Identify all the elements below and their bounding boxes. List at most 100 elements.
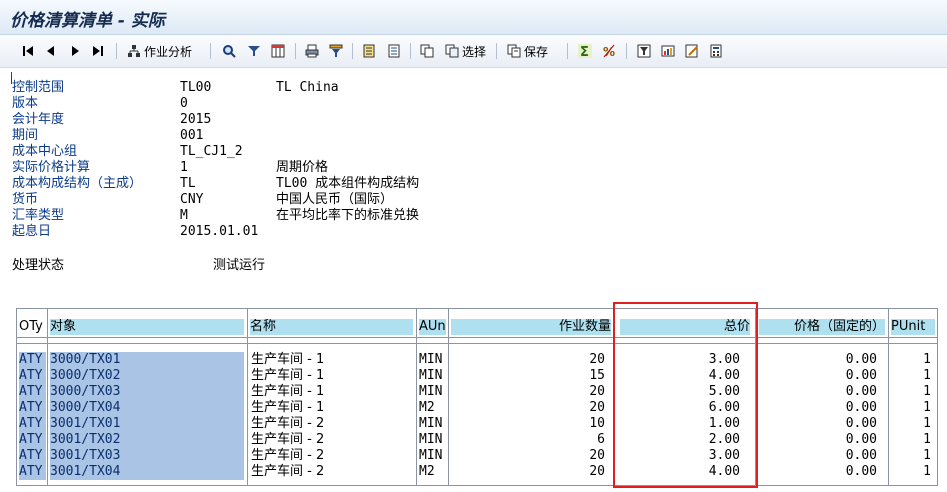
cell-fixed-price[interactable]: 0.00 [759, 384, 877, 400]
cell-aun[interactable]: MIN [419, 368, 447, 384]
cell-punit[interactable]: 1 [891, 448, 931, 464]
select-button[interactable]: 选择 [444, 42, 486, 60]
cell-name[interactable]: 生产车间 - 2 [251, 448, 413, 464]
cell-name[interactable]: 生产车间 - 1 [251, 352, 413, 368]
cell-object[interactable]: 3001/TX01 [50, 416, 244, 432]
cell-oty[interactable]: ATY [19, 448, 46, 464]
cell-object[interactable]: 3000/TX03 [50, 384, 244, 400]
cell-punit[interactable]: 1 [891, 464, 931, 480]
first-page-icon [20, 43, 36, 59]
magnifier-icon [221, 43, 237, 59]
cell-aun[interactable]: MIN [419, 384, 447, 400]
cell-name[interactable]: 生产车间 - 1 [251, 384, 413, 400]
cell-punit[interactable]: 1 [891, 416, 931, 432]
select-label: 选择 [462, 44, 487, 59]
column-header-quantity[interactable]: 作业数量 [451, 319, 611, 335]
abc-analysis-button[interactable] [636, 42, 652, 60]
cell-object[interactable]: 3000/TX02 [50, 368, 244, 384]
cell-quantity[interactable]: 15 [451, 368, 605, 384]
printer-icon [304, 43, 320, 59]
column-header-fixed-price[interactable]: 价格（固定的） [759, 319, 885, 335]
calculator-button[interactable] [708, 42, 724, 60]
column-divider [416, 309, 417, 485]
cell-quantity[interactable]: 20 [451, 400, 605, 416]
cell-name[interactable]: 生产车间 - 1 [251, 368, 413, 384]
sigma-icon: Σ [577, 43, 593, 59]
cell-object[interactable]: 3001/TX02 [50, 432, 244, 448]
cell-quantity[interactable]: 20 [451, 352, 605, 368]
column-divider [888, 309, 889, 485]
cell-oty[interactable]: ATY [19, 384, 46, 400]
next-page-button[interactable] [67, 42, 83, 60]
cell-aun[interactable]: M2 [419, 400, 447, 416]
graphic-button[interactable] [660, 42, 676, 60]
total-price-highlight [613, 302, 758, 488]
column-header-object[interactable]: 对象 [50, 319, 244, 335]
cell-quantity[interactable]: 6 [451, 432, 605, 448]
copy-icon [419, 43, 435, 59]
cell-aun[interactable]: M2 [419, 464, 447, 480]
cell-aun[interactable]: MIN [419, 352, 447, 368]
column-header-punit[interactable]: PUnit [891, 319, 935, 335]
cell-oty[interactable]: ATY [19, 400, 46, 416]
column-header-oty[interactable]: OTy [19, 319, 46, 335]
header-field-value: TL00 [180, 80, 212, 95]
last-page-button[interactable] [90, 42, 106, 60]
cell-oty[interactable]: ATY [19, 352, 46, 368]
filter-button[interactable] [246, 42, 262, 60]
cell-object[interactable]: 3001/TX03 [50, 448, 244, 464]
subtotal-button[interactable]: % [601, 42, 617, 60]
cell-oty[interactable]: ATY [19, 432, 46, 448]
cell-punit[interactable]: 1 [891, 400, 931, 416]
cell-fixed-price[interactable]: 0.00 [759, 400, 877, 416]
sum-button[interactable]: Σ [577, 42, 593, 60]
column-header-aun[interactable]: AUn [419, 319, 446, 335]
cell-fixed-price[interactable]: 0.00 [759, 368, 877, 384]
cell-oty[interactable]: ATY [19, 416, 46, 432]
cell-quantity[interactable]: 20 [451, 464, 605, 480]
cell-object[interactable]: 3001/TX04 [50, 464, 244, 480]
cell-fixed-price[interactable]: 0.00 [759, 448, 877, 464]
cell-fixed-price[interactable]: 0.00 [759, 432, 877, 448]
cell-object[interactable]: 3000/TX01 [50, 352, 244, 368]
export-button[interactable] [361, 42, 377, 60]
cell-object[interactable]: 3000/TX04 [50, 400, 244, 416]
print-button[interactable] [304, 42, 320, 60]
funnel-box-icon [636, 43, 652, 59]
cell-name[interactable]: 生产车间 - 1 [251, 400, 413, 416]
cell-fixed-price[interactable]: 0.00 [759, 416, 877, 432]
column-header-name[interactable]: 名称 [250, 319, 413, 335]
copy-button[interactable] [419, 42, 435, 60]
cell-punit[interactable]: 1 [891, 384, 931, 400]
cell-name[interactable]: 生产车间 - 2 [251, 464, 413, 480]
filter-icon [246, 43, 262, 59]
cell-quantity[interactable]: 20 [451, 448, 605, 464]
cell-punit[interactable]: 1 [891, 352, 931, 368]
document-list-icon [386, 43, 402, 59]
cell-name[interactable]: 生产车间 - 2 [251, 432, 413, 448]
local-file-button[interactable] [386, 42, 402, 60]
cell-quantity[interactable]: 10 [451, 416, 605, 432]
detail-button[interactable] [221, 42, 237, 60]
first-page-button[interactable] [20, 42, 36, 60]
cell-quantity[interactable]: 20 [451, 384, 605, 400]
spreadsheet-icon [361, 43, 377, 59]
cell-aun[interactable]: MIN [419, 448, 447, 464]
cell-aun[interactable]: MIN [419, 432, 447, 448]
save-button[interactable]: 保存 [506, 42, 548, 60]
cell-punit[interactable]: 1 [891, 432, 931, 448]
cell-aun[interactable]: MIN [419, 416, 447, 432]
cell-oty[interactable]: ATY [19, 464, 46, 480]
set-filter-button[interactable] [328, 42, 344, 60]
edit-button[interactable] [684, 42, 700, 60]
cell-fixed-price[interactable]: 0.00 [759, 352, 877, 368]
previous-page-button[interactable] [43, 42, 59, 60]
cell-fixed-price[interactable]: 0.00 [759, 464, 877, 480]
activity-analysis-button[interactable]: 作业分析 [126, 42, 192, 60]
cell-oty[interactable]: ATY [19, 368, 46, 384]
header-field-value: 1 [180, 160, 188, 175]
cell-name[interactable]: 生产车间 - 2 [251, 416, 413, 432]
header-field-label: 期间 [12, 128, 39, 143]
layout-button[interactable] [270, 42, 286, 60]
cell-punit[interactable]: 1 [891, 368, 931, 384]
